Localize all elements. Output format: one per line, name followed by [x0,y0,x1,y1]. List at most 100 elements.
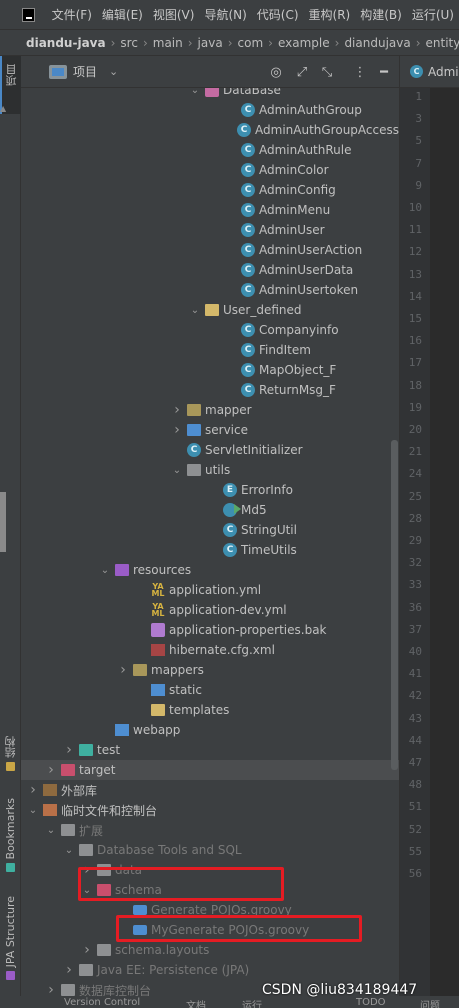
tree-row[interactable]: C AdminUserData [21,260,399,280]
bottom-run[interactable]: 运行 [242,997,262,1008]
menu-view[interactable]: 视图(V) [148,6,200,23]
tree-row[interactable]: webapp [21,720,399,740]
tree-row[interactable]: application-properties.bak [21,620,399,640]
tree-row-label: TimeUtils [241,543,297,557]
menu-build[interactable]: 构建(B) [355,6,407,23]
tree-row[interactable]: › schema.layouts [21,940,399,960]
chevron-right-icon[interactable]: › [117,662,129,678]
tree-row[interactable]: › 外部库 [21,780,399,800]
menu-run[interactable]: 运行(U) [407,6,459,23]
chevron-right-icon[interactable]: › [171,402,183,418]
menu-file[interactable]: 文件(F) [47,6,97,23]
tree-row[interactable]: C ServletInitializer [21,440,399,460]
chevron-down-icon[interactable]: ⌄ [189,88,201,96]
breadcrumb-example[interactable]: example [278,36,330,50]
line-number: 16 [408,334,422,348]
editor-tab[interactable]: C Admi [399,56,459,88]
chevron-down-icon[interactable]: ⌄ [45,825,57,836]
breadcrumb-src[interactable]: src [120,36,138,50]
chevron-down-icon[interactable]: ⌄ [109,65,118,78]
chevron-down-icon[interactable]: ⌄ [189,305,201,316]
chevron-down-icon[interactable]: ⌄ [27,805,39,816]
chevron-right-icon[interactable]: › [27,782,39,798]
tree-row[interactable]: C AdminMenu [21,200,399,220]
line-number: 20 [408,423,422,436]
chevron-right-icon[interactable]: › [45,762,57,778]
target-icon[interactable]: ◎ [267,63,285,81]
menu-code[interactable]: 代码(C) [252,6,304,23]
tree-row[interactable]: C MapObject_F [21,360,399,380]
tree-row[interactable]: ⌄ User_defined [21,300,399,320]
tree-row[interactable]: C AdminUser [21,220,399,240]
tree-row[interactable]: C AdminUserAction [21,240,399,260]
tree-row[interactable]: ⌄ 扩展 [21,820,399,840]
bottom-problems[interactable]: 问题 [420,997,440,1008]
tree-row[interactable]: ⌄ DataBase [21,88,399,100]
tree-row[interactable]: C AdminColor [21,160,399,180]
tree-row[interactable]: › service [21,420,399,440]
tree-row[interactable]: › mapper [21,400,399,420]
editor-body[interactable] [430,88,459,996]
project-panel-title[interactable]: 项目 [73,63,97,80]
chevron-down-icon[interactable]: ⌄ [171,465,183,476]
minimize-icon[interactable]: ━ [375,63,393,81]
breadcrumb-entity[interactable]: entity [426,36,459,50]
chevron-down-icon[interactable]: ⌄ [99,565,111,576]
window-edge-scrollbar[interactable] [0,492,6,552]
bottom-docs[interactable]: 文档 [186,997,206,1008]
bottom-version-control[interactable]: Version Control [64,997,140,1008]
tree-row[interactable]: C StringUtil [21,520,399,540]
expand-all-icon[interactable]: ⤢ [293,63,311,81]
chevron-right-icon[interactable]: › [45,982,57,996]
tree-row[interactable]: › test [21,740,399,760]
tree-row[interactable]: YA ML application.yml [21,580,399,600]
tool-tab-structure[interactable]: 结构 [0,736,21,775]
menu-refactor[interactable]: 重构(R) [304,6,356,23]
tree-row[interactable]: YA ML application-dev.yml [21,600,399,620]
collapse-all-icon[interactable]: ⤡ [318,63,336,81]
tree-row[interactable]: › mappers [21,660,399,680]
tree-row[interactable]: ⌄ 临时文件和控制台 [21,800,399,820]
tree-row[interactable]: ⌄ Database Tools and SQL [21,840,399,860]
tree-row[interactable]: C AdminUsertoken [21,280,399,300]
breadcrumb-diandujava[interactable]: diandujava [344,36,410,50]
chevron-right-icon[interactable]: › [171,422,183,438]
tool-tab-jpa-structure[interactable]: JPA Structure [0,896,21,984]
breadcrumb-java[interactable]: java [198,36,223,50]
tree-row[interactable]: C ReturnMsg_F [21,380,399,400]
tree-row[interactable]: ⌄ utils [21,460,399,480]
chevron-right-icon[interactable]: › [81,942,93,958]
tree-row[interactable]: C Companyinfo [21,320,399,340]
tree-row[interactable]: › target [21,760,399,780]
breadcrumb-main[interactable]: main [153,36,183,50]
more-options-icon[interactable]: ⋮ [351,63,369,81]
tree-row[interactable]: static [21,680,399,700]
tree-row[interactable]: C TimeUtils [21,540,399,560]
chevron-down-icon[interactable]: ⌄ [63,845,75,856]
tree-row[interactable]: C AdminAuthGroup [21,100,399,120]
chevron-right-icon[interactable]: › [63,742,75,758]
tree-row[interactable]: C FindItem [21,340,399,360]
tree-row[interactable]: E ErrorInfo [21,480,399,500]
tree-row[interactable]: C AdminConfig [21,180,399,200]
tool-tab-bookmarks[interactable]: Bookmarks [0,798,21,876]
tree-row[interactable]: Md5 [21,500,399,520]
menu-edit[interactable]: 编辑(E) [97,6,148,23]
java-class-icon: C [241,363,255,377]
tree-row[interactable]: ⌄ resources [21,560,399,580]
tree-row-label: AdminMenu [259,203,331,217]
tree-row[interactable]: templates [21,700,399,720]
breadcrumb-project[interactable]: diandu-java [26,36,106,50]
breadcrumb-com[interactable]: com [238,36,264,50]
tree-row-label: AdminUser [259,223,325,237]
chevron-right-icon[interactable]: › [63,962,75,978]
menu-navigate[interactable]: 导航(N) [199,6,251,23]
tree-row[interactable]: C AdminAuthRule [21,140,399,160]
bottom-todo[interactable]: TODO [356,997,386,1008]
tree-row-label: static [169,683,202,697]
tree-scrollbar-thumb[interactable] [391,440,398,770]
tree-row[interactable]: C AdminAuthGroupAccess [21,120,399,140]
tree-row[interactable]: › Java EE: Persistence (JPA) [21,960,399,980]
groovy-file-icon [133,905,147,915]
tree-row[interactable]: hibernate.cfg.xml [21,640,399,660]
